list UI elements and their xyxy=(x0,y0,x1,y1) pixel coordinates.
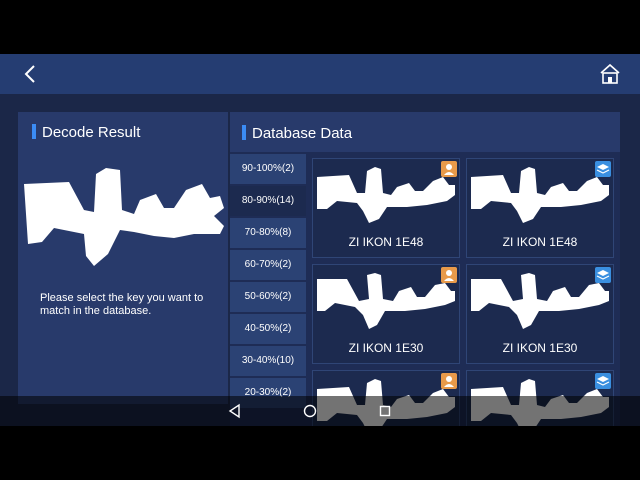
title-accent-bar xyxy=(32,124,36,139)
key-profile-image xyxy=(471,273,609,329)
nav-home-icon[interactable] xyxy=(302,403,318,419)
layers-icon xyxy=(595,267,611,283)
chevron-left-icon[interactable] xyxy=(20,63,42,85)
range-item[interactable]: 70-80%(8) xyxy=(230,218,306,248)
result-card[interactable]: ZI IKON 1E48 xyxy=(312,158,460,258)
key-profile-image xyxy=(317,167,455,223)
result-name: ZI IKON 1E48 xyxy=(348,235,424,249)
range-item[interactable]: 60-70%(2) xyxy=(230,250,306,280)
database-data-title: Database Data xyxy=(242,125,352,142)
title-accent-bar xyxy=(242,125,246,140)
range-item[interactable]: 90-100%(2) xyxy=(230,154,306,184)
nav-recents-icon[interactable] xyxy=(377,403,393,419)
select-key-hint: Please select the key you want to match … xyxy=(40,292,204,317)
result-name: ZI IKON 1E48 xyxy=(502,235,578,249)
match-range-list: 90-100%(2) 80-90%(14) 70-80%(8) 60-70%(2… xyxy=(230,154,306,410)
nav-back-icon[interactable] xyxy=(227,403,243,419)
database-data-panel: Database Data 90-100%(2) 80-90%(14) 70-8… xyxy=(230,112,620,426)
home-icon[interactable] xyxy=(598,62,622,86)
layers-icon xyxy=(595,373,611,389)
range-item-selected[interactable]: 80-90%(14) xyxy=(230,186,306,216)
key-profile-image xyxy=(471,167,609,223)
result-card[interactable]: ZI IKON 1E30 xyxy=(466,264,614,364)
app-screen: Decode Result Please select the key you … xyxy=(0,54,640,426)
range-item[interactable]: 30-40%(10) xyxy=(230,346,306,376)
decoded-key-image xyxy=(24,168,224,266)
result-name: ZI IKON 1E30 xyxy=(348,341,424,355)
decode-result-panel: Decode Result Please select the key you … xyxy=(18,112,228,404)
layers-icon xyxy=(595,161,611,177)
person-icon xyxy=(441,373,457,389)
top-bar xyxy=(0,54,640,94)
database-data-header: Database Data xyxy=(230,112,620,152)
range-item[interactable]: 50-60%(2) xyxy=(230,282,306,312)
system-nav-bar xyxy=(0,396,640,426)
person-icon xyxy=(441,161,457,177)
result-card[interactable]: ZI IKON 1E48 xyxy=(466,158,614,258)
person-icon xyxy=(441,267,457,283)
decode-result-title: Decode Result xyxy=(32,124,140,141)
key-profile-image xyxy=(317,273,455,329)
range-item[interactable]: 40-50%(2) xyxy=(230,314,306,344)
result-card[interactable]: ZI IKON 1E30 xyxy=(312,264,460,364)
result-name: ZI IKON 1E30 xyxy=(502,341,578,355)
